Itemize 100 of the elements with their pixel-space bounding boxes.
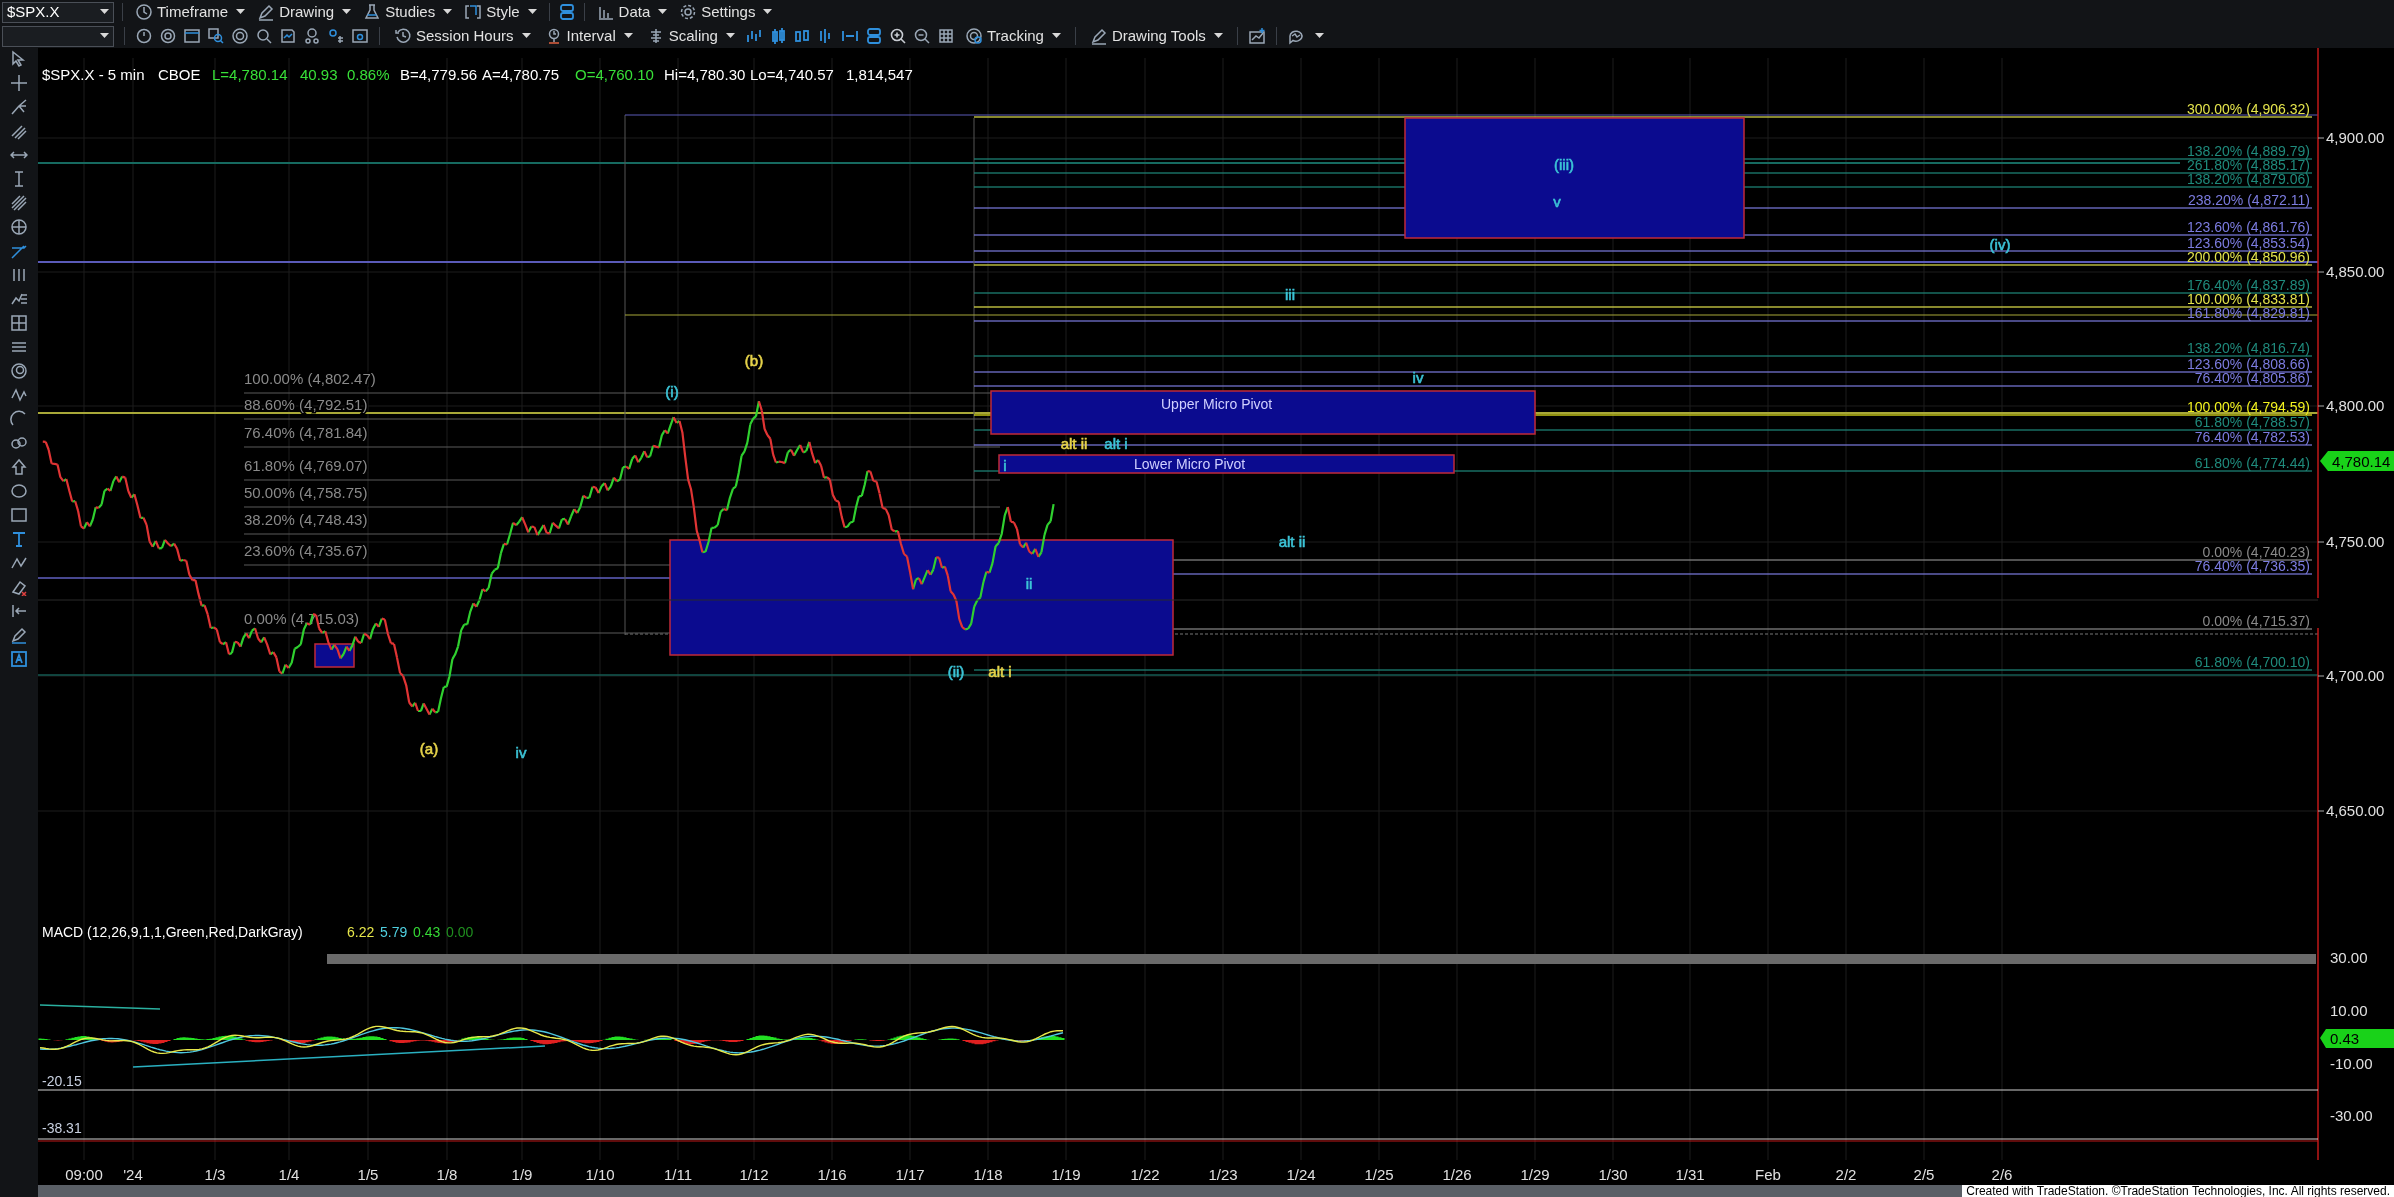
date-axis-label: 1/23: [1208, 1166, 1238, 1183]
quote-value: B=4,779.56: [400, 66, 478, 83]
fib-level-label: 261.80% (4,885.17): [2187, 157, 2310, 173]
fib-level-label: 238.20% (4,872.11): [2188, 192, 2310, 208]
fib-level-label: 123.60% (4,861.76): [2187, 219, 2310, 235]
date-axis-label: 2/6: [1991, 1166, 2013, 1183]
indicator-value: 5.79: [380, 924, 408, 940]
menu-button[interactable]: Interval: [540, 25, 637, 47]
date-axis-label: 1/3: [204, 1166, 226, 1183]
symbol-dropdown[interactable]: $SPX.X: [2, 1, 114, 23]
quote-value: 40.93: [300, 66, 338, 83]
menu-button[interactable]: Data: [592, 1, 672, 23]
indicator-title: MACD (12,26,9,1,1,Green,Red,DarkGray): [42, 924, 303, 940]
indicator-axis-label: -10.00: [2330, 1055, 2373, 1072]
footer-credit: Created with TradeStation. ©TradeStation Technologies, Inc. All rights reserved.: [1962, 1185, 2394, 1197]
fib-level-label: 61.80% (4,700.10): [2194, 654, 2310, 670]
fib-level-label: 88.60% (4,792.51): [244, 396, 368, 413]
fib-level-label: 123.60% (4,853.54): [2187, 235, 2310, 251]
date-axis-label: 1/19: [1051, 1166, 1081, 1183]
wave-label: alt i: [988, 663, 1012, 680]
menu-button[interactable]: Settings: [675, 1, 777, 23]
wave-label: (ii): [947, 663, 965, 680]
fib-level-label: 76.40% (4,781.84): [244, 424, 368, 441]
fib-level-label: 23.60% (4,735.67): [244, 542, 368, 559]
indicator-value: 0.43: [413, 924, 441, 940]
fib-level-label: 100.00% (4,833.81): [2187, 291, 2310, 307]
date-axis-label: 2/5: [1913, 1166, 1935, 1183]
wave-label: v: [1553, 193, 1561, 210]
fib-level-label: 76.40% (4,736.35): [2194, 558, 2310, 574]
pivot-zone-label: Lower Micro Pivot: [1134, 456, 1246, 472]
quote-value: L=4,780.14: [212, 66, 288, 83]
date-axis-label: 1/17: [895, 1166, 925, 1183]
menu-button[interactable]: Scaling: [642, 25, 739, 47]
indicator-level-label: -20.15: [42, 1073, 82, 1089]
fib-level-label: 76.40% (4,805.86): [2194, 370, 2310, 386]
fib-level-label: 100.00% (4,802.47): [244, 370, 376, 387]
wave-label: alt i: [1104, 435, 1128, 452]
fib-level-label: 61.80% (4,788.57): [2194, 414, 2310, 430]
wave-label: (i): [665, 383, 679, 400]
chart-title: $SPX.X - 5 min: [42, 66, 145, 83]
menu-button[interactable]: Drawing Tools: [1085, 25, 1227, 47]
menu-button[interactable]: Tracking: [960, 25, 1065, 47]
date-axis-label: 1/10: [585, 1166, 615, 1183]
fib-level-label: 138.20% (4,816.74): [2187, 340, 2310, 356]
pivot-zone-label: Upper Micro Pivot: [1161, 396, 1273, 412]
date-axis-label: 1/24: [1286, 1166, 1316, 1183]
date-axis-label: 09:00: [65, 1166, 103, 1183]
fib-level-label: 100.00% (4,794.59): [2187, 399, 2310, 415]
fib-level-label: 38.20% (4,748.43): [244, 511, 368, 528]
last-price-tag: 4,780.14: [2320, 451, 2394, 471]
indicator-axis-label: 30.00: [2330, 949, 2368, 966]
indicator-axis-label: -30.00: [2330, 1107, 2373, 1124]
fib-level-label: 76.40% (4,782.53): [2194, 429, 2310, 445]
price-axis-label: 4,650.00: [2326, 802, 2385, 819]
fib-level-label: 61.80% (4,774.44): [2194, 455, 2310, 471]
price-axis-label: 4,800.00: [2326, 397, 2385, 414]
price-axis-label: 4,850.00: [2326, 263, 2385, 280]
date-axis-label: 1/11: [663, 1166, 693, 1183]
date-axis-label: 1/18: [973, 1166, 1003, 1183]
date-axis-label: 1/4: [278, 1166, 300, 1183]
menu-button[interactable]: Session Hours: [390, 25, 535, 47]
wave-label: alt ii: [1278, 533, 1306, 550]
fib-level-label: 0.00% (4,740.23): [2202, 544, 2310, 560]
quote-value: O=4,760.10: [575, 66, 654, 83]
menu-button[interactable]: Studies: [359, 1, 457, 23]
date-axis-label: 1/16: [817, 1166, 847, 1183]
quote-value: Lo=4,740.57: [750, 66, 834, 83]
wave-label: (a): [419, 740, 439, 757]
fib-level-label: 138.20% (4,889.79): [2187, 143, 2310, 159]
date-axis-label: 2/2: [1835, 1166, 1857, 1183]
quote-value: Hi=4,780.30: [664, 66, 746, 83]
quote-value: 1,814,547: [846, 66, 913, 83]
date-axis-label: 1/29: [1520, 1166, 1550, 1183]
menu-button[interactable]: Timeframe: [131, 1, 250, 23]
last-value-tag: 0.43: [2320, 1029, 2394, 1048]
fib-level-label: 123.60% (4,808.66): [2187, 356, 2310, 372]
menu-button[interactable]: Drawing: [253, 1, 356, 23]
fib-level-label: 161.80% (4,829.81): [2187, 305, 2310, 321]
indicator-level-label: -38.31: [42, 1120, 82, 1136]
date-axis-label: 1/5: [357, 1166, 379, 1183]
quote-value: A=4,780.75: [482, 66, 560, 83]
indicator-value: 6.22: [347, 924, 375, 940]
price-axis-label: 4,750.00: [2326, 533, 2385, 550]
date-axis-label: 1/26: [1442, 1166, 1472, 1183]
fib-level-label: 50.00% (4,758.75): [244, 484, 368, 501]
fib-level-label: 138.20% (4,879.06): [2187, 171, 2310, 187]
wave-label: iv: [1412, 369, 1424, 386]
wave-label: (iv): [1989, 236, 2011, 253]
date-axis-label: 1/30: [1598, 1166, 1628, 1183]
fib-level-label: 200.00% (4,850.96): [2187, 249, 2310, 265]
exchange-label: CBOE: [158, 66, 201, 83]
date-axis-label: 1/25: [1364, 1166, 1394, 1183]
indicator-value: 0.00: [446, 924, 474, 940]
fib-level-label: 176.40% (4,837.89): [2187, 277, 2310, 293]
menu-button[interactable]: Style: [460, 1, 541, 23]
fib-level-label: 0.00% (4,715.37): [2202, 613, 2310, 629]
wave-label: iii: [1285, 286, 1295, 303]
date-axis-label: '24: [123, 1166, 143, 1183]
fib-level-label: 300.00% (4,906.32): [2187, 101, 2310, 117]
indicator-axis-label: 10.00: [2330, 1002, 2368, 1019]
